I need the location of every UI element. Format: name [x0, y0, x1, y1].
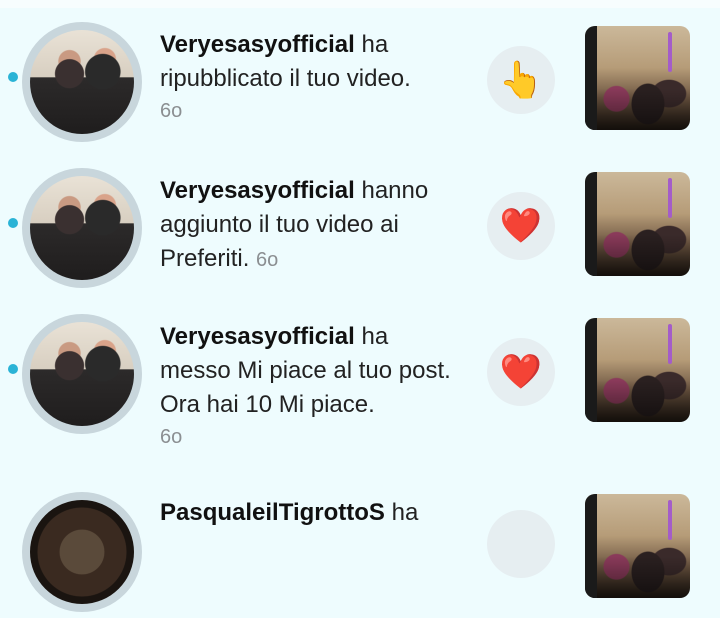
unread-dot: [8, 364, 18, 374]
timestamp: 6o: [160, 100, 183, 122]
video-thumbnail[interactable]: [585, 172, 690, 276]
timestamp: 6o: [160, 426, 183, 448]
avatar[interactable]: [22, 22, 142, 142]
notification-text: PasqualeilTigrottoS ha: [160, 496, 460, 530]
top-strip: [0, 0, 720, 8]
notification-item[interactable]: Veryesasyofficial ha messo Mi piace al t…: [0, 302, 720, 448]
video-thumbnail[interactable]: [585, 494, 690, 598]
heart-icon: ❤️: [487, 338, 555, 406]
notification-item[interactable]: Veryesasyofficial hanno aggiunto il tuo …: [0, 156, 720, 296]
notification-text: Veryesasyofficial ha messo Mi piace al t…: [160, 320, 460, 452]
pointing-hand-icon: 👆: [487, 46, 555, 114]
username[interactable]: PasqualeilTigrottoS: [160, 499, 385, 526]
notification-item[interactable]: Veryesasyofficial ha ripubblicato il tuo…: [0, 10, 720, 150]
unread-dot: [8, 218, 18, 228]
timestamp: 6o: [256, 249, 279, 271]
avatar[interactable]: [22, 168, 142, 288]
username[interactable]: Veryesasyofficial: [160, 31, 355, 58]
reaction-icon: [487, 510, 555, 578]
username[interactable]: Veryesasyofficial: [160, 177, 355, 204]
username[interactable]: Veryesasyofficial: [160, 323, 355, 350]
unread-dot: [8, 72, 18, 82]
video-thumbnail[interactable]: [585, 318, 690, 422]
notification-text: Veryesasyofficial hanno aggiunto il tuo …: [160, 174, 460, 277]
avatar[interactable]: [22, 492, 142, 612]
notification-message: ha: [384, 499, 419, 526]
notification-text: Veryesasyofficial ha ripubblicato il tuo…: [160, 28, 460, 126]
avatar[interactable]: [22, 314, 142, 434]
heart-icon: ❤️: [487, 192, 555, 260]
video-thumbnail[interactable]: [585, 26, 690, 130]
notification-item[interactable]: PasqualeilTigrottoS ha: [0, 478, 720, 618]
